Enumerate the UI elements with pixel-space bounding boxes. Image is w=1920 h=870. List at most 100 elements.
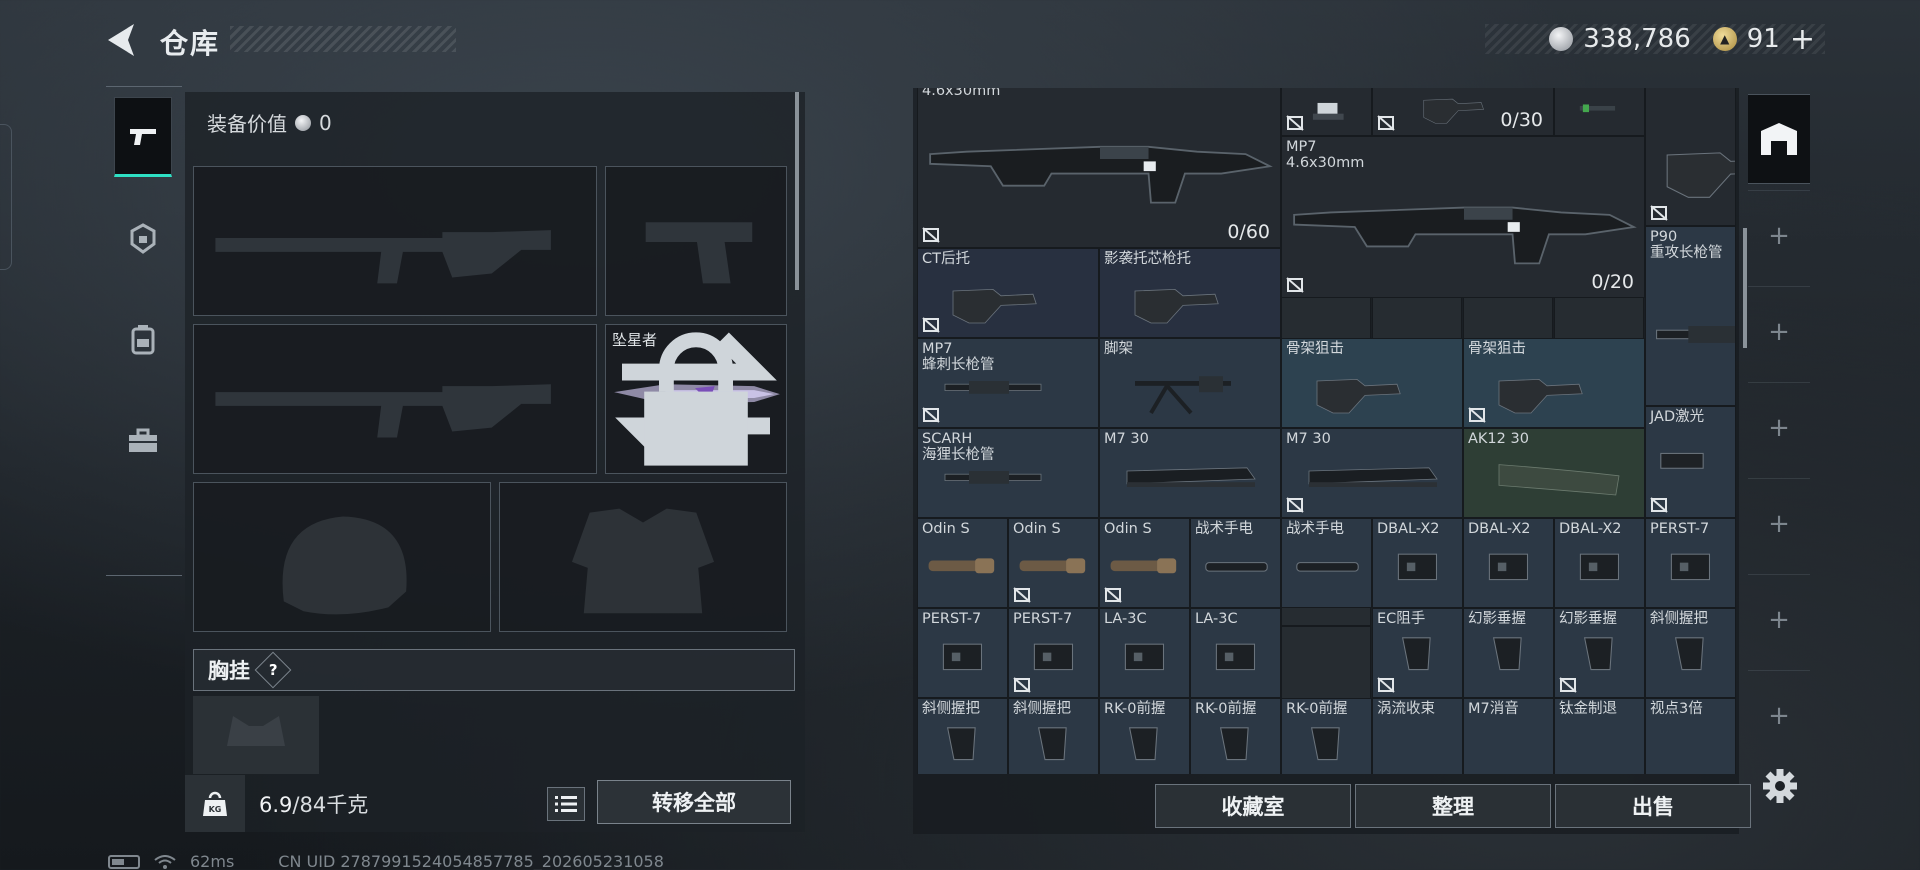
storage-item[interactable]: 0/30 — [1372, 88, 1554, 136]
equipment-value-amount: 0 — [319, 110, 332, 135]
armor-icon — [130, 223, 156, 254]
grip-attachment-icon — [1037, 727, 1067, 761]
storage-item[interactable]: 骨架狙击 — [1281, 338, 1463, 428]
helmet-slot[interactable] — [193, 482, 491, 632]
storage-item[interactable]: 骨架狙击 — [1463, 338, 1645, 428]
plus-icon: + — [1768, 220, 1790, 251]
storage-item[interactable]: 斜侧握把 — [1645, 608, 1736, 698]
nav-armor[interactable] — [114, 199, 172, 279]
storage-item[interactable]: PERST-7 — [1645, 518, 1736, 608]
storage-item[interactable]: Odin S — [917, 518, 1008, 608]
item-name: RK-0前握 — [1286, 701, 1348, 717]
storage-item[interactable]: LA-3C — [1190, 608, 1281, 698]
storage-item[interactable]: 斜侧握把 — [1008, 698, 1099, 774]
page-title: 仓库 — [160, 27, 221, 60]
storage-item[interactable]: 影袭托芯枪托 — [1099, 248, 1281, 338]
storage-item[interactable]: 钛金制退 — [1554, 698, 1645, 774]
storage-tab-main[interactable] — [1748, 94, 1810, 184]
pistol-icon — [130, 129, 156, 145]
storage-item[interactable]: PERST-7 — [1008, 608, 1099, 698]
item-name: MP7 4.6x30mm — [922, 88, 1001, 99]
storage-item[interactable]: DBAL-X2 — [1463, 518, 1554, 608]
storage-tab-add-4[interactable]: + — [1748, 478, 1810, 568]
item-name: LA-3C — [1195, 611, 1238, 627]
storage-item[interactable]: MP7 4.6x30mm 0/20 — [1281, 135, 1645, 298]
storage-item[interactable]: Odin S — [1099, 518, 1190, 608]
storage-item[interactable]: 锚点后托 — [1645, 88, 1736, 226]
chest-rig-slot[interactable] — [193, 696, 319, 774]
not-equippable-icon — [1650, 497, 1668, 513]
item-ammo-count: 0/60 — [1227, 221, 1270, 243]
help-symbol: ? — [268, 660, 278, 679]
storage-item[interactable]: RK-0前握 — [1281, 698, 1372, 774]
list-view-button[interactable] — [547, 787, 585, 821]
svg-text:KG: KG — [209, 805, 222, 814]
nav-weapons[interactable] — [114, 97, 172, 177]
secondary-weapon-slot[interactable] — [193, 324, 597, 474]
storage-item[interactable]: AK12 30 — [1463, 428, 1645, 518]
help-icon[interactable]: ? — [254, 651, 292, 689]
storage-tab-add-2[interactable]: + — [1748, 286, 1810, 376]
storage-item[interactable]: EC阻手 — [1372, 608, 1463, 698]
back-button[interactable] — [104, 22, 144, 58]
transfer-all-button[interactable]: 转移全部 — [597, 780, 791, 824]
storage-item[interactable]: SCARH 海狸长枪管 — [917, 428, 1099, 518]
add-gold-button[interactable]: + — [1790, 22, 1815, 57]
storage-tab-add-1[interactable]: + — [1748, 190, 1810, 280]
item-name: 视点3倍 — [1650, 701, 1703, 717]
pistol-silhouette-icon — [645, 222, 753, 284]
storage-item[interactable]: RK-0前握 — [1099, 698, 1190, 774]
storage-item[interactable]: 斜侧握把 — [917, 698, 1008, 774]
storage-item[interactable]: DBAL-X2 — [1554, 518, 1645, 608]
nav-backpack[interactable] — [114, 299, 172, 379]
storage-item[interactable]: 视点3倍 — [1645, 698, 1736, 774]
stock-attachment-icon — [1134, 288, 1219, 324]
storage-item[interactable]: Odin S — [1008, 518, 1099, 608]
storage-item[interactable]: M7 30 — [1099, 428, 1281, 518]
storage-item[interactable]: M7消音 — [1463, 698, 1554, 774]
storage-scrollbar[interactable] — [1743, 228, 1747, 348]
rifle-silhouette-icon — [215, 384, 551, 438]
storage-item[interactable]: M7 30 — [1281, 428, 1463, 518]
primary-weapon-slot[interactable] — [193, 166, 597, 316]
storage-item[interactable]: MP7 4.6x30mm 0/60 — [917, 88, 1281, 248]
body-armor-slot[interactable] — [499, 482, 787, 632]
storage-item[interactable]: 战术手电 — [1281, 518, 1372, 608]
sell-button[interactable]: 出售 — [1555, 784, 1751, 828]
storage-tab-add-6[interactable]: + — [1748, 670, 1810, 760]
storage-item[interactable]: 幻影垂握 — [1554, 608, 1645, 698]
storage-item[interactable]: MP7 蜂刺长枪管 — [917, 338, 1099, 428]
melee-slot[interactable]: 坠星者 — [605, 324, 787, 474]
storage-item[interactable]: DBAL-X2 — [1372, 518, 1463, 608]
light-attachment-icon — [928, 558, 995, 574]
nav-toolbox[interactable] — [114, 401, 172, 481]
warehouse-icon — [1761, 123, 1797, 155]
sidearm-slot[interactable] — [605, 166, 787, 316]
left-edge-handle[interactable] — [0, 124, 12, 270]
vest-silhouette-icon — [571, 508, 715, 614]
storage-item[interactable]: CT后托 — [917, 248, 1099, 338]
toolbox-icon — [129, 428, 157, 452]
storage-item[interactable]: PERST-7 — [917, 608, 1008, 698]
settings-gear-icon[interactable] — [1762, 768, 1798, 804]
item-name: 斜侧握把 — [1650, 611, 1708, 627]
organize-button[interactable]: 整理 — [1355, 784, 1551, 828]
barrel-attachment-icon — [1656, 325, 1735, 343]
item-name: PERST-7 — [922, 611, 982, 627]
storage-item[interactable]: RK-0前握 — [1190, 698, 1281, 774]
storage-item[interactable]: 战术手电 — [1190, 518, 1281, 608]
storage-item[interactable]: 脚架 — [1099, 338, 1281, 428]
storage-item[interactable]: 幻影垂握 — [1463, 608, 1554, 698]
storage-item[interactable]: LA-3C — [1099, 608, 1190, 698]
not-equippable-icon — [1377, 114, 1395, 131]
storage-item[interactable]: JAD激光 — [1645, 405, 1736, 518]
collection-room-button[interactable]: 收藏室 — [1155, 784, 1351, 828]
storage-item[interactable]: P90 重攻长枪管 — [1645, 225, 1736, 406]
storage-tab-add-5[interactable]: + — [1748, 574, 1810, 664]
equipment-scrollbar[interactable] — [795, 92, 799, 290]
storage-tab-add-3[interactable]: + — [1748, 382, 1810, 472]
storage-item[interactable]: 涡流收束 — [1372, 698, 1463, 774]
storage-item[interactable]: WARRIO... — [1554, 88, 1645, 136]
storage-item[interactable]: 腾龙高速... — [1281, 88, 1372, 136]
lock-icon — [644, 332, 748, 466]
